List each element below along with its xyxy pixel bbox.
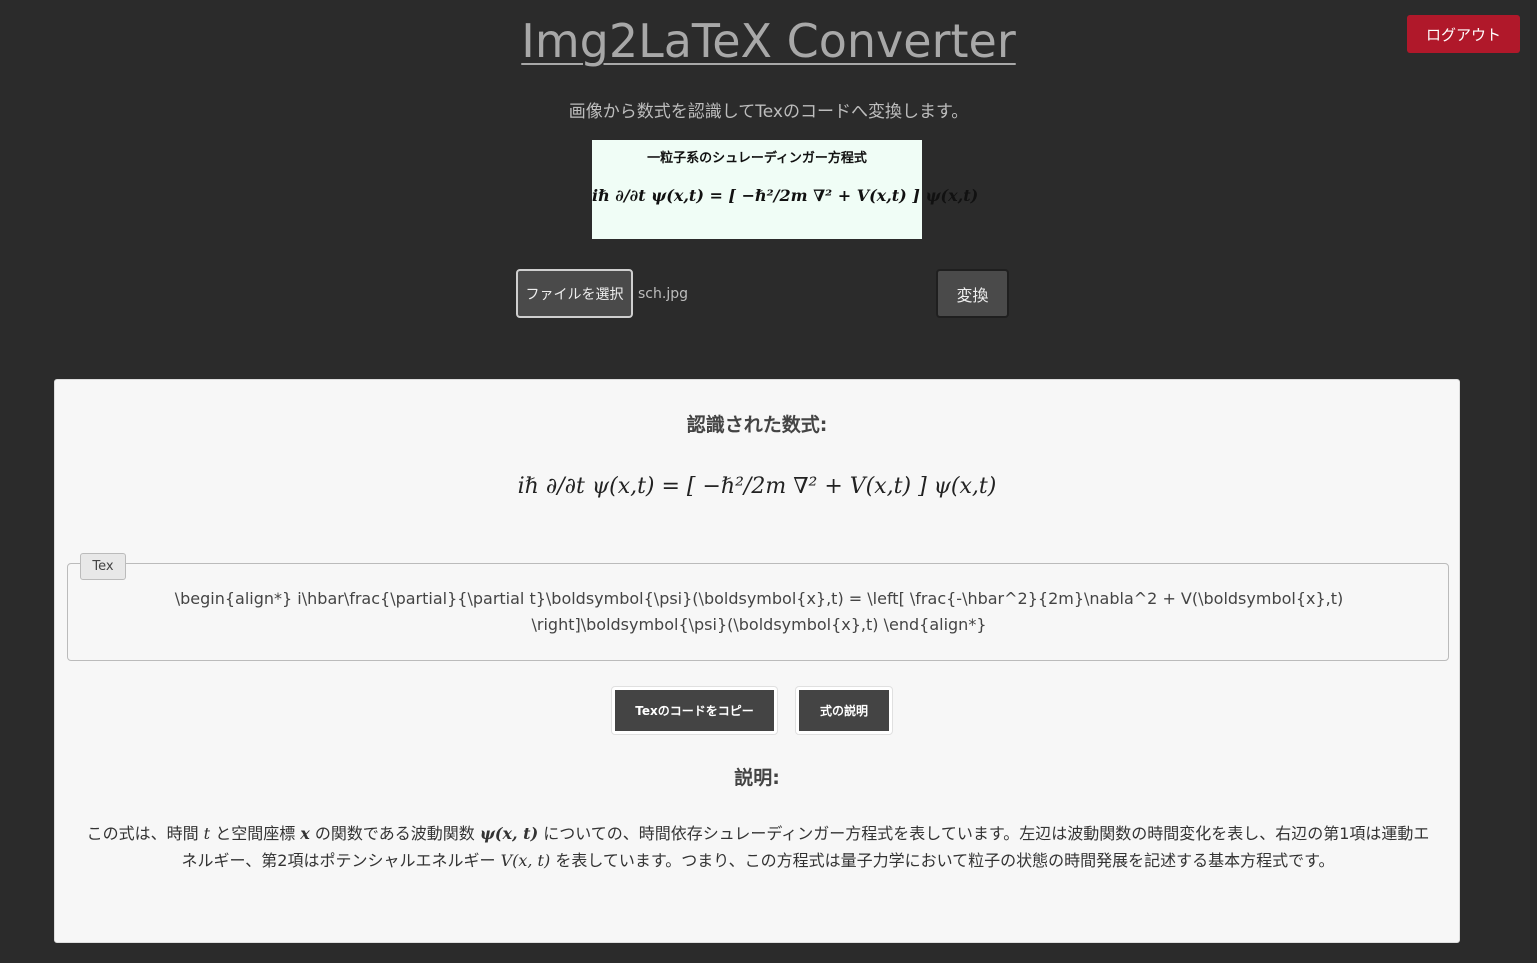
page-title[interactable]: Img2LaTeX Converter	[0, 14, 1537, 68]
tex-label: Tex	[80, 553, 126, 580]
preview-caption: 一粒子系のシュレーディンガー方程式	[647, 151, 867, 166]
uploaded-image-preview: 一粒子系のシュレーディンガー方程式 iℏ ∂/∂t ψ(x,t) = [ −ℏ²…	[592, 140, 979, 239]
copy-tex-button[interactable]: Texのコードをコピー	[612, 687, 777, 734]
page-subtitle: 画像から数式を認識してTexのコードへ変換します。	[568, 102, 969, 122]
tex-code-box[interactable]: Tex \begin{align*} i\hbar\frac{\partial}…	[67, 553, 1449, 661]
explanation-text: この式は、時間 t と空間座標 x の関数である波動関数 ψ(x, t) につい…	[86, 824, 1430, 870]
explanation-heading: 説明:	[734, 767, 780, 789]
preview-equation: iℏ ∂/∂t ψ(x,t) = [ −ℏ²/2m ∇² + V(x,t) ] …	[592, 186, 979, 205]
result-panel: 認識された数式: iℏ ∂/∂t ψ(x,t) = [ −ℏ²/2m ∇² + …	[54, 379, 1460, 943]
explain-formula-button[interactable]: 式の説明	[796, 687, 892, 734]
tex-code-text[interactable]: \begin{align*} i\hbar\frac{\partial}{\pa…	[98, 586, 1420, 638]
convert-button[interactable]: 変換	[936, 269, 1009, 318]
selected-file-name: sch.jpg	[638, 286, 688, 302]
recognized-heading: 認識された数式:	[686, 414, 828, 436]
rendered-equation: iℏ ∂/∂t ψ(x,t) = [ −ℏ²/2m ∇² + V(x,t) ] …	[517, 474, 997, 499]
choose-file-button[interactable]: ファイルを選択	[516, 269, 633, 318]
